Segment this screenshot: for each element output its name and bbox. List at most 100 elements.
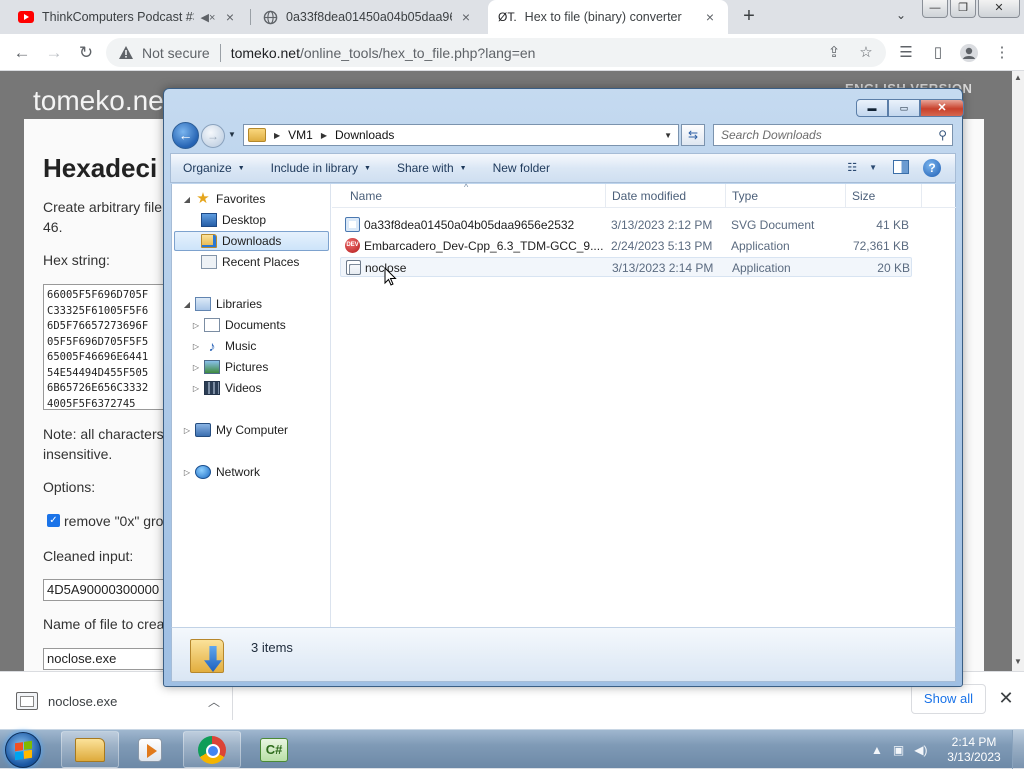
expand-triangle-icon[interactable]: ▷ [182,468,192,477]
new-folder-label: New folder [492,161,550,175]
column-size[interactable]: Size [846,184,922,208]
explorer-maximize-button[interactable]: ▭ [888,99,920,117]
scroll-down-icon[interactable]: ▼ [1014,657,1022,666]
site-logo[interactable]: tomeko.ne [33,85,164,117]
volume-icon[interactable]: ◀) [914,743,927,757]
breadcrumb-chevron-icon[interactable]: ▶ [321,131,327,140]
tray-expand-icon[interactable]: ▲ [871,743,883,757]
videos-icon [204,381,220,395]
column-type[interactable]: Type [726,184,846,208]
help-icon[interactable]: ? [923,159,941,177]
nav-pictures[interactable]: ▷ Pictures [191,357,268,377]
page-scrollbar[interactable]: ▲ ▼ [1012,71,1024,671]
start-button[interactable] [5,732,41,768]
preview-pane-icon[interactable] [893,160,909,174]
close-tab-icon[interactable]: × [458,9,474,25]
taskbar-clock[interactable]: 2:14 PM 3/13/2023 [941,735,1007,765]
show-all-button[interactable]: Show all [911,684,986,714]
nav-downloads[interactable]: Downloads [174,231,329,251]
devcpp-app-icon: DEV [345,238,360,253]
nav-videos[interactable]: ▷ Videos [191,378,261,398]
back-arrow-icon[interactable]: ← [172,122,199,149]
tab-hex-converter[interactable]: ØT. Hex to file (binary) converter × [488,0,728,34]
download-item[interactable]: noclose.exe ︿ [8,682,233,720]
change-view-button[interactable]: ☷ ▼ [847,161,877,174]
collapse-triangle-icon[interactable]: ◢ [182,300,192,309]
profile-avatar-icon[interactable] [959,43,979,63]
explorer-close-button[interactable]: ✕ [920,99,964,117]
address-bar[interactable]: Not secure tomeko.net/online_tools/hex_t… [106,38,886,67]
file-row[interactable]: 0a33f8dea01450a04b05daa9656e2532 3/13/20… [340,215,912,235]
expand-triangle-icon[interactable]: ▷ [191,342,201,351]
scroll-up-icon[interactable]: ▲ [1014,73,1022,82]
taskbar-media-player-button[interactable] [121,731,179,768]
share-icon[interactable]: ⇪ [824,43,844,63]
reload-icon[interactable]: ↻ [74,41,98,65]
remove-0x-checkbox[interactable]: ✓ [47,514,60,527]
expand-triangle-icon[interactable]: ▷ [182,426,192,435]
column-date-modified[interactable]: Date modified [606,184,726,208]
share-with-button[interactable]: Share with ▼ [385,161,481,175]
chevron-up-icon[interactable]: ︿ [208,693,220,710]
network-tray-icon[interactable]: ▣ [893,743,904,757]
taskbar-explorer-button[interactable] [61,731,119,768]
explorer-address-bar[interactable]: ▶ VM1 ▶ Downloads ▼ [243,124,679,146]
explorer-search-input[interactable]: Search Downloads ⚲ [713,124,953,146]
nav-my-computer[interactable]: ▷ My Computer [182,420,288,440]
downloads-folder-icon [201,234,217,248]
breadcrumb-vm1[interactable]: VM1 [288,128,313,142]
libraries-icon [195,297,211,311]
column-name[interactable]: Name [344,175,606,208]
reading-list-icon[interactable]: ☰ [896,43,916,63]
file-row[interactable]: DEV Embarcadero_Dev-Cpp_6.3_TDM-GCC_9...… [340,236,912,256]
file-row[interactable]: noclose 3/13/2023 2:14 PM Application 20… [340,257,912,277]
close-tab-icon[interactable]: × [222,9,238,25]
nav-recent-places[interactable]: Recent Places [201,252,299,272]
bookmark-star-icon[interactable]: ☆ [856,43,876,63]
nav-desktop[interactable]: Desktop [201,210,266,230]
nav-libraries[interactable]: ◢ Libraries [182,294,262,314]
show-desktop-button[interactable] [1012,730,1024,769]
new-tab-button[interactable]: + [738,5,760,27]
close-download-bar-icon[interactable]: ✕ [997,688,1015,708]
explorer-minimize-button[interactable]: ▬ [856,99,888,117]
view-list-icon: ☷ [847,162,858,174]
warning-triangle-icon[interactable] [118,45,134,61]
minimize-button[interactable]: — [922,0,948,18]
collapse-triangle-icon[interactable]: ◢ [182,195,192,204]
breadcrumb-chevron-icon[interactable]: ▶ [274,131,280,140]
expand-triangle-icon[interactable]: ▷ [191,384,201,393]
nav-documents[interactable]: ▷ Documents [191,315,286,335]
cleaned-input-label: Cleaned input: [43,548,134,564]
nav-label: Desktop [222,213,267,227]
back-arrow-icon[interactable]: ← [10,41,34,65]
forward-arrow-icon[interactable]: → [201,124,225,148]
kebab-menu-icon[interactable]: ⋮ [992,43,1012,63]
forward-arrow-icon[interactable]: → [42,41,66,65]
recent-pages-chevron-icon[interactable]: ▼ [228,130,236,139]
tab-title: 0a33f8dea01450a04b05daa9656 [286,10,452,24]
file-size: 41 KB [876,218,909,232]
close-tab-icon[interactable]: × [702,9,718,25]
nav-music[interactable]: ▷ ♪ Music [191,336,256,356]
refresh-icon[interactable]: ⇆ [681,124,705,146]
taskbar-chrome-button[interactable] [183,731,241,768]
address-dropdown-icon[interactable]: ▼ [664,131,672,140]
side-panel-icon[interactable]: ▯ [928,43,948,63]
nav-favorites[interactable]: ◢ ★ Favorites [182,189,265,209]
taskbar-csharp-button[interactable]: C# [245,731,303,768]
new-folder-button[interactable]: New folder [481,161,564,175]
expand-triangle-icon[interactable]: ▷ [191,363,201,372]
tab-podcast[interactable]: ThinkComputers Podcast #3 ◀× × [8,0,248,34]
expand-triangle-icon[interactable]: ▷ [191,321,201,330]
search-icon[interactable]: ⚲ [938,128,947,142]
tab-svg-file[interactable]: 0a33f8dea01450a04b05daa9656 × [252,0,484,34]
tab-search-chevron-icon[interactable]: ⌄ [896,8,906,22]
close-window-button[interactable]: ✕ [978,0,1020,18]
organize-button[interactable]: Organize ▼ [171,161,259,175]
restore-button[interactable]: ❐ [950,0,976,18]
breadcrumb-downloads[interactable]: Downloads [335,128,394,142]
include-in-library-button[interactable]: Include in library ▼ [259,161,385,175]
mute-tab-icon[interactable]: ◀× [200,11,216,24]
nav-network[interactable]: ▷ Network [182,462,260,482]
